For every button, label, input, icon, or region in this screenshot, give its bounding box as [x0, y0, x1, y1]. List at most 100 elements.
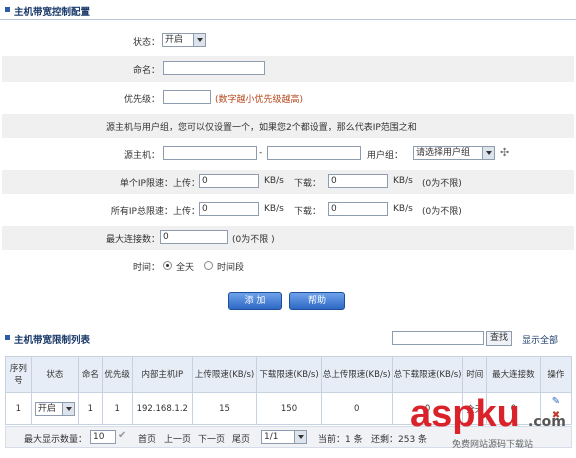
watermark-logo: aspku .com 免费网站源码下载站	[410, 394, 574, 456]
col-header: 总上传限速(KB/s)	[320, 356, 393, 393]
col-header: 序列号	[5, 356, 32, 393]
single-down-label: 下载：	[294, 179, 322, 189]
total-down-input[interactable]: 0	[328, 202, 388, 216]
next-page-link[interactable]: 下一页	[198, 432, 225, 445]
total-ip-row: 所有IP总限速：上传： 0 KB/s 下载： 0 KB/s (0为不限)	[2, 198, 574, 222]
section-bullet-icon	[5, 335, 10, 340]
page-select-value: 1/1	[264, 432, 279, 442]
max-show-label: 最大显示数量：	[24, 435, 88, 445]
first-page-link[interactable]: 首页	[138, 432, 156, 445]
crosshair-icon[interactable]: ✣	[500, 146, 509, 159]
total-down-unit: KB/s	[393, 204, 413, 214]
col-header: 操作	[539, 356, 573, 393]
name-input[interactable]	[163, 61, 265, 75]
maxconn-input[interactable]: 0	[160, 230, 228, 244]
cell-down: 150	[256, 392, 322, 425]
status-select[interactable]: 开启	[162, 33, 206, 47]
status-select-value: 开启	[165, 35, 184, 45]
add-button[interactable]: 添 加	[228, 292, 282, 310]
name-row: 命名：	[2, 56, 574, 82]
single-up-input[interactable]: 0	[199, 174, 259, 188]
cell-seq: 1	[5, 392, 32, 425]
col-header: 下载限速(KB/s)	[256, 356, 322, 393]
priority-input[interactable]	[163, 90, 211, 104]
time-period-radio[interactable]	[204, 261, 213, 270]
chevron-down-icon	[61, 402, 74, 415]
row-status-value: 开启	[37, 403, 56, 414]
cell-status: 开启	[30, 392, 80, 425]
last-page-link[interactable]: 尾页	[232, 432, 250, 445]
source-note: 源主机与用户组，您可以仅设置一个，如果您2个都设置，那么代表IP范围之和	[106, 123, 417, 133]
max-show-input[interactable]: 10	[90, 430, 116, 444]
single-hint: (0为不限)	[422, 179, 462, 189]
watermark-suffix: .com	[528, 414, 566, 430]
help-button[interactable]: 帮助	[289, 292, 345, 310]
config-title: 主机带宽控制配置	[14, 7, 91, 18]
col-header: 优先级	[101, 356, 133, 393]
current-count: 当前：1 条	[318, 435, 363, 445]
time-label: 时间：	[132, 263, 160, 273]
source-label: 源主机：	[123, 151, 160, 161]
cell-priority: 1	[101, 392, 133, 425]
cell-ip: 192.168.1.2	[131, 392, 193, 425]
row-status-select[interactable]: 开启	[34, 401, 75, 416]
status-label: 状态：	[132, 38, 160, 48]
chevron-down-icon	[294, 431, 306, 443]
time-period-label: 时间段	[217, 263, 245, 273]
single-ip-row: 单个IP限速：上传： 0 KB/s 下载： 0 KB/s (0为不限)	[2, 170, 574, 194]
chevron-down-icon	[193, 34, 205, 46]
search-button[interactable]: 查找	[486, 331, 512, 346]
maxconn-label: 最大连接数：	[105, 235, 160, 245]
col-header: 总下载限速(KB/s)	[391, 356, 464, 393]
source-row: 源主机： - 用户组： 请选择用户组 ✣	[2, 142, 574, 166]
config-section-header: 主机带宽控制配置	[0, 2, 576, 18]
single-ip-label: 单个IP限速：上传：	[119, 179, 200, 189]
maxconn-hint: (0为不限 )	[232, 235, 275, 245]
cell-up: 15	[191, 392, 258, 425]
col-header: 最大连接数	[486, 356, 541, 393]
single-down-unit: KB/s	[393, 176, 413, 186]
source-start-input[interactable]	[163, 146, 257, 160]
name-label: 命名：	[132, 66, 160, 76]
total-hint: (0为不限)	[422, 207, 462, 217]
maxconn-row: 最大连接数： 0 (0为不限 )	[2, 226, 574, 250]
time-allday-radio[interactable]	[163, 261, 172, 270]
total-up-unit: KB/s	[264, 204, 284, 214]
usergroup-select[interactable]: 请选择用户组	[413, 146, 495, 160]
page-select[interactable]: 1/1	[261, 430, 307, 444]
col-header: 时间	[462, 356, 488, 393]
priority-label: 优先级：	[123, 95, 160, 105]
single-up-unit: KB/s	[264, 176, 284, 186]
source-dash: -	[259, 148, 263, 158]
time-row: 时间： 全天 时间段	[2, 254, 574, 278]
search-input[interactable]	[392, 331, 484, 345]
col-header: 上传限速(KB/s)	[191, 356, 258, 393]
cell-name: 1	[78, 392, 103, 425]
note-row: 源主机与用户组，您可以仅设置一个，如果您2个都设置，那么代表IP范围之和	[2, 114, 574, 138]
priority-row: 优先级： (数字越小优先级越高)	[2, 86, 574, 110]
col-header: 状态	[30, 356, 80, 393]
usergroup-label: 用户组：	[367, 151, 404, 161]
single-down-input[interactable]: 0	[328, 174, 388, 188]
table-header-row: 序列号 状态 命名 优先级 内部主机IP 上传限速(KB/s) 下载限速(KB/…	[5, 356, 573, 393]
priority-hint: (数字越小优先级越高)	[215, 95, 304, 105]
show-all-link[interactable]: 显示全部	[522, 333, 558, 346]
prev-page-link[interactable]: 上一页	[164, 432, 191, 445]
divider	[0, 19, 576, 20]
watermark-text: aspku	[410, 393, 520, 435]
section-bullet-icon	[5, 7, 10, 12]
list-title: 主机带宽限制列表	[14, 335, 91, 346]
total-up-input[interactable]: 0	[199, 202, 259, 216]
total-down-label: 下载：	[294, 207, 322, 217]
usergroup-select-value: 请选择用户组	[416, 148, 471, 158]
watermark-tagline: 免费网站源码下载站	[452, 440, 534, 450]
time-allday-label: 全天	[176, 263, 195, 273]
source-end-input[interactable]	[267, 146, 361, 160]
cell-total-up: 0	[320, 392, 393, 425]
col-header: 内部主机IP	[131, 356, 193, 393]
status-row: 状态： 开启	[2, 30, 574, 52]
col-header: 命名	[78, 356, 103, 393]
chevron-down-icon	[482, 147, 494, 159]
total-ip-label: 所有IP总限速：上传：	[110, 207, 200, 217]
check-icon[interactable]: ✔	[118, 430, 126, 441]
